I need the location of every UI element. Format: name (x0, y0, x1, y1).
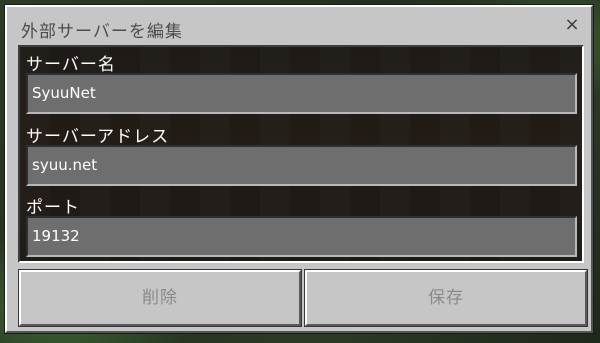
server-name-label: サーバー名 (26, 55, 116, 75)
delete-button[interactable]: 削除 (19, 270, 301, 326)
save-button[interactable]: 保存 (305, 270, 587, 326)
close-icon[interactable]: × (562, 14, 582, 36)
server-address-input[interactable]: syuu.net (26, 145, 577, 186)
edit-server-dialog: 外部サーバーを編集 × サーバー名 SyuuNet サーバーアドレス syuu.… (5, 5, 593, 333)
server-name-input[interactable]: SyuuNet (26, 73, 577, 114)
dialog-title-bar: 外部サーバーを編集 × (7, 7, 591, 45)
dialog-title: 外部サーバーを編集 (21, 22, 183, 42)
server-address-label: サーバーアドレス (26, 127, 170, 147)
port-input[interactable]: 19132 (26, 216, 577, 257)
server-form-panel: サーバー名 SyuuNet サーバーアドレス syuu.net ポート 1913… (18, 45, 584, 263)
port-label: ポート (26, 198, 80, 218)
